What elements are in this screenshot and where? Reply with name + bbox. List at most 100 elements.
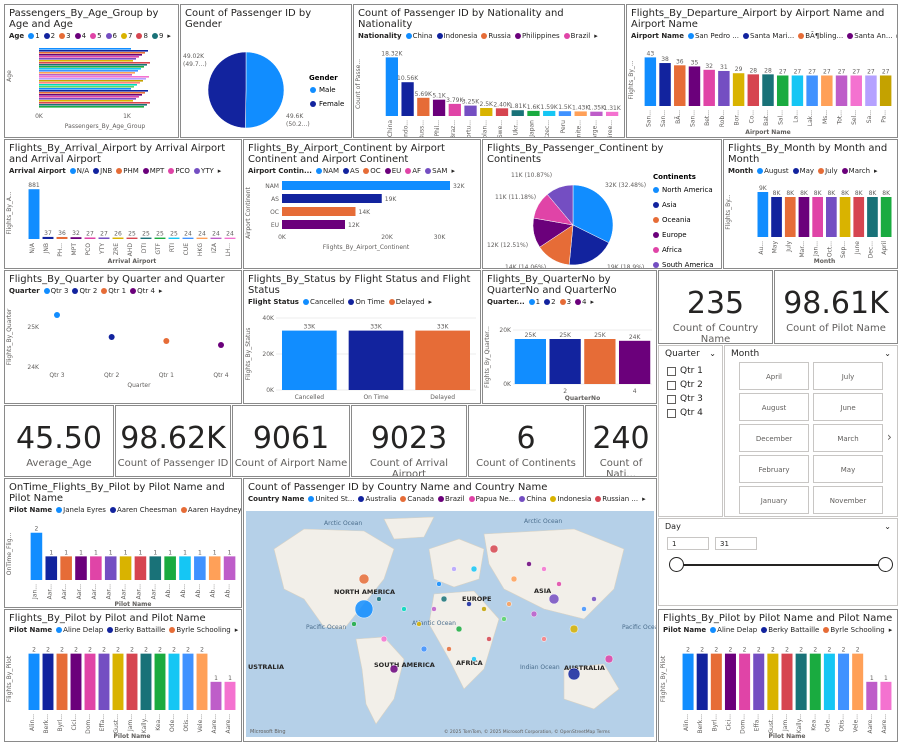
departure-chart[interactable]: Flights_By_Departure_Airport by Airport … — [626, 4, 898, 138]
checkbox[interactable] — [667, 408, 676, 418]
legend-next-icon[interactable]: ▸ — [874, 167, 878, 175]
legend-next-icon[interactable]: ▸ — [218, 167, 222, 175]
legend-item[interactable]: Qtr 1 — [101, 287, 126, 295]
legend-item[interactable]: 3 — [59, 32, 71, 40]
legend-item[interactable]: Qtr 3 — [43, 287, 68, 295]
legend-item[interactable]: 7 — [121, 32, 132, 40]
legend-next-icon[interactable]: ▸ — [167, 32, 171, 40]
legend-item[interactable]: Russian ... — [595, 495, 638, 503]
legend-item[interactable]: Janela Eyres — [56, 506, 106, 514]
legend-item[interactable]: Brazil — [438, 495, 465, 503]
legend-item[interactable]: Santa Mari... — [742, 32, 794, 40]
month-button[interactable]: January — [739, 486, 809, 514]
legend-item[interactable]: Berky Battaille — [107, 626, 165, 634]
legend-item[interactable]: 3 — [559, 298, 571, 306]
legend-item[interactable]: 9 — [151, 32, 163, 40]
legend-item[interactable]: 6 — [105, 32, 117, 40]
month-chart[interactable]: Flights_By_Month by Month and Month Mont… — [723, 139, 898, 269]
legend-item[interactable]: 1 — [528, 298, 540, 306]
month-button[interactable]: March — [813, 424, 883, 452]
quarterno-chart[interactable]: Flights_By_QuarterNo by QuarterNo and Qu… — [482, 270, 657, 404]
passenger-continent-chart[interactable]: Flights_By_Passenger_Continent by Contin… — [482, 139, 722, 269]
legend-item[interactable]: Philippines — [514, 32, 560, 40]
legend-item[interactable]: Qtr 2 — [72, 287, 97, 295]
gender-chart[interactable]: Count of Passenger ID by Gender 49.02K (4… — [180, 4, 352, 138]
month-button[interactable]: November — [813, 486, 883, 514]
status-chart[interactable]: Flights_By_Status by Flight Status and F… — [243, 270, 481, 404]
pilot-left-chart[interactable]: Flights_By_Pilot by Pilot and Pilot Name… — [4, 609, 242, 742]
legend-item[interactable]: Canada — [400, 495, 434, 503]
legend-item[interactable]: Aline Delap — [710, 626, 757, 634]
chevron-right-icon[interactable]: › — [887, 430, 892, 444]
quarter-slicer[interactable]: Quarter ⌄ Qtr 1 Qtr 2 Qtr 3 Qtr 4 — [658, 345, 723, 517]
legend-item[interactable]: N/A — [69, 167, 89, 175]
day-slicer[interactable]: Day ⌄ 1 31 — [658, 518, 898, 606]
legend-item[interactable]: MPT — [142, 167, 164, 175]
pilot-right-chart[interactable]: Flights_By_Pilot by Pilot Name and Pilot… — [658, 609, 898, 742]
legend-item[interactable]: 1 — [28, 32, 40, 40]
month-button[interactable]: July — [813, 362, 883, 390]
legend-item[interactable]: 4 — [575, 298, 587, 306]
legend-item[interactable]: China — [405, 32, 433, 40]
legend-item[interactable]: 8 — [136, 32, 148, 40]
legend-next-icon[interactable]: ▸ — [159, 287, 163, 295]
slicer-item[interactable]: Qtr 1 — [667, 366, 714, 376]
legend-item[interactable]: Qtr 4 — [130, 287, 155, 295]
month-button[interactable]: February — [739, 455, 809, 483]
legend-item[interactable]: JNB — [93, 167, 112, 175]
legend-item[interactable]: Aaren Haydney — [180, 506, 241, 514]
slicer-item[interactable]: Qtr 3 — [667, 394, 714, 404]
legend-item[interactable]: Santa An... — [847, 32, 893, 40]
slicer-item[interactable]: Qtr 2 — [667, 380, 714, 390]
legend-item[interactable]: Berky Battaille — [761, 626, 819, 634]
legend-item[interactable]: SAM — [425, 167, 447, 175]
legend-item[interactable]: 5 — [90, 32, 102, 40]
legend-item[interactable]: March — [841, 167, 870, 175]
legend-item[interactable]: United St... — [308, 495, 354, 503]
legend-item[interactable]: Brazil — [563, 32, 590, 40]
quarter-chart[interactable]: Flights_By_Quarter by Quarter and Quarte… — [4, 270, 242, 404]
legend-item[interactable]: On Time — [348, 298, 385, 306]
legend-item[interactable]: 2 — [544, 298, 556, 306]
month-button[interactable]: December — [739, 424, 809, 452]
month-button[interactable]: August — [739, 393, 809, 421]
month-button[interactable]: May — [813, 455, 883, 483]
legend-item[interactable]: Byrle Schooling — [823, 626, 885, 634]
legend-item[interactable]: NAM — [315, 167, 339, 175]
legend-item[interactable]: Indonesia — [550, 495, 591, 503]
legend-item[interactable]: Indonesia — [436, 32, 477, 40]
legend-item[interactable]: San Pedro ... — [687, 32, 739, 40]
legend-next-icon[interactable]: ▸ — [591, 298, 595, 306]
range-handle-max[interactable] — [878, 557, 893, 572]
arrival-chart[interactable]: Flights_By_Arrival_Airport by Arrival Ai… — [4, 139, 242, 269]
slicer-item[interactable]: Qtr 4 — [667, 408, 714, 418]
day-max-input[interactable]: 31 — [715, 537, 757, 550]
legend-item[interactable]: AF — [405, 167, 421, 175]
legend-item[interactable]: May — [792, 167, 814, 175]
legend-item[interactable]: Papua Ne... — [468, 495, 515, 503]
checkbox[interactable] — [667, 380, 676, 390]
legend-item[interactable]: 4 — [74, 32, 86, 40]
legend-item[interactable]: PHM — [116, 167, 139, 175]
legend-next-icon[interactable]: ▸ — [451, 167, 455, 175]
month-slicer[interactable]: Month ⌄ April July August June December March… — [724, 345, 898, 517]
ontime-pilot-chart[interactable]: OnTime_Flights_By_Pilot by Pilot Name an… — [4, 478, 242, 608]
airport-continent-chart[interactable]: Flights_By_Airport_Continent by Airport … — [243, 139, 481, 269]
country-map[interactable]: Count of Passenger ID by Country Name an… — [243, 478, 657, 742]
legend-item[interactable]: Aaren Cheesman — [109, 506, 177, 514]
nationality-chart[interactable]: Count of Passenger ID by Nationality and… — [353, 4, 625, 138]
legend-next-icon[interactable]: ▸ — [235, 626, 239, 634]
legend-item[interactable]: July — [818, 167, 838, 175]
legend-item[interactable]: Byrle Schooling — [169, 626, 231, 634]
checkbox[interactable] — [667, 394, 676, 404]
month-button[interactable]: April — [739, 362, 809, 390]
chevron-down-icon[interactable]: ⌄ — [709, 349, 716, 359]
legend-item[interactable]: Australia — [358, 495, 396, 503]
legend-item[interactable]: Russia — [481, 32, 511, 40]
legend-item[interactable]: YTY — [193, 167, 214, 175]
legend-item[interactable]: China — [519, 495, 546, 503]
chevron-down-icon[interactable]: ⌄ — [884, 522, 891, 531]
day-min-input[interactable]: 1 — [667, 537, 709, 550]
legend-item[interactable]: Aline Delap — [56, 626, 103, 634]
age-group-chart[interactable]: Passengers_By_Age_Group by Age and Age A… — [4, 4, 179, 138]
